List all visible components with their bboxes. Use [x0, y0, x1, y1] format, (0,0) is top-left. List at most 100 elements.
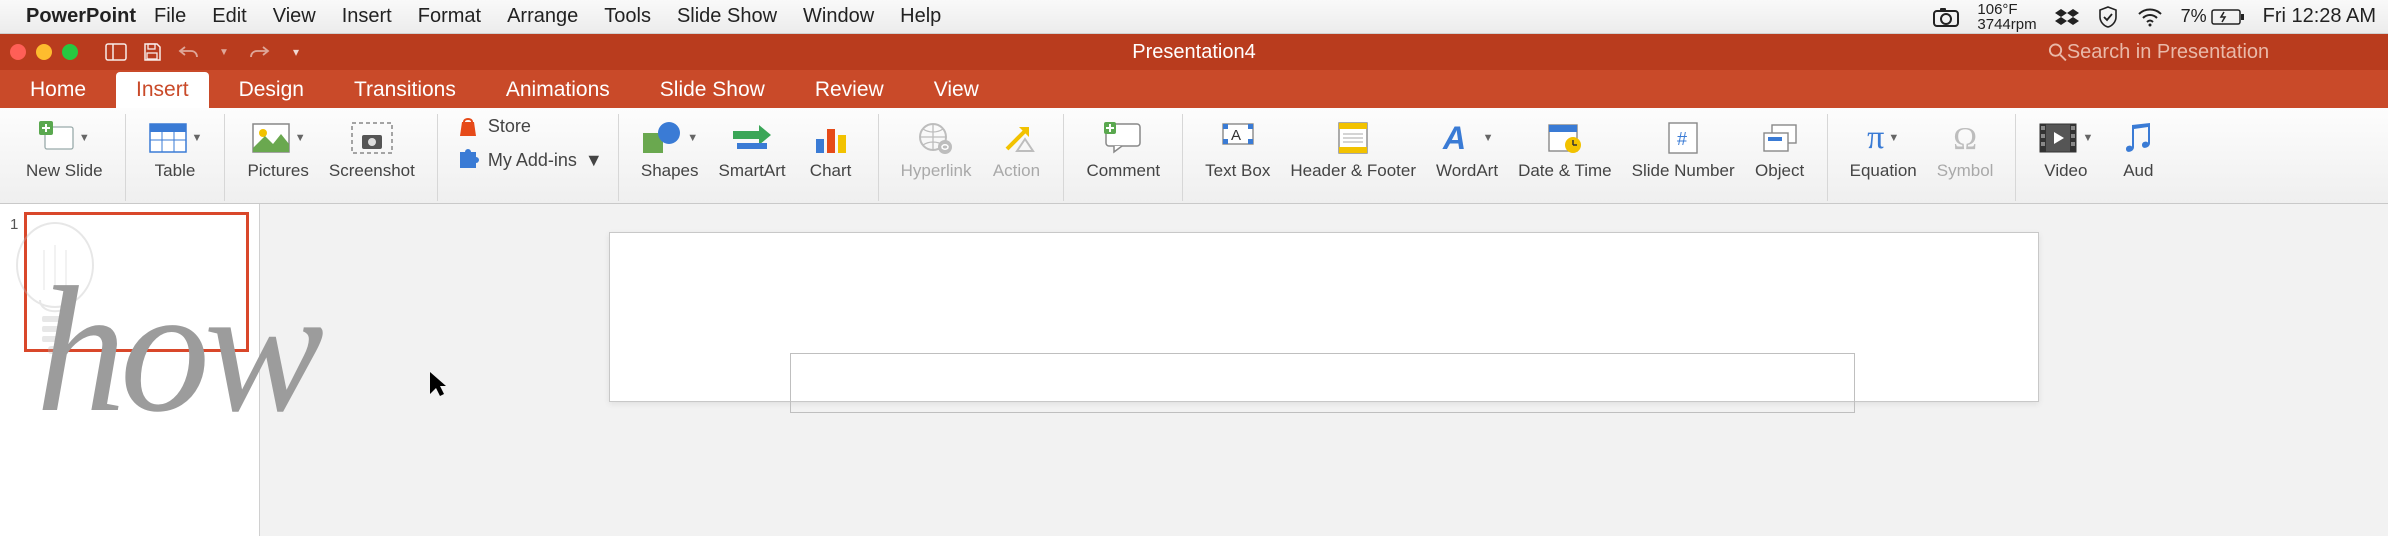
menu-help[interactable]: Help: [900, 5, 941, 28]
pictures-icon: ▼: [251, 116, 306, 160]
menu-insert[interactable]: Insert: [342, 5, 392, 28]
qat-customize-icon[interactable]: ▾: [282, 38, 310, 66]
status-area: 106°F 3744rpm 7% Fri 12:28 AM: [1933, 2, 2376, 32]
menu-edit[interactable]: Edit: [212, 5, 246, 28]
battery-status[interactable]: 7%: [2181, 6, 2245, 27]
date-time-button[interactable]: Date & Time: [1508, 114, 1622, 183]
addins-icon: [456, 148, 480, 172]
comment-button[interactable]: Comment: [1076, 114, 1170, 183]
menu-format[interactable]: Format: [418, 5, 481, 28]
new-slide-button[interactable]: ▼ New Slide: [16, 114, 113, 183]
wifi-icon[interactable]: [2137, 7, 2163, 27]
object-button[interactable]: Object: [1745, 114, 1815, 183]
ribbon-tabs: Home Insert Design Transitions Animation…: [0, 70, 2388, 108]
smartart-icon: [731, 116, 773, 160]
store-button[interactable]: Store: [456, 114, 606, 138]
chart-button[interactable]: Chart: [796, 114, 866, 183]
menu-slideshow[interactable]: Slide Show: [677, 5, 777, 28]
shapes-button[interactable]: ▼ Shapes: [631, 114, 709, 183]
search-box[interactable]: [2038, 39, 2378, 66]
group-illustrations: ▼ Shapes SmartArt Chart: [619, 114, 879, 201]
menu-tools[interactable]: Tools: [604, 5, 651, 28]
tab-insert[interactable]: Insert: [116, 72, 209, 108]
equation-icon: π ▼: [1867, 116, 1899, 160]
chevron-down-icon: ▼: [585, 150, 603, 171]
lightbulb-watermark-icon: [10, 220, 100, 360]
window-titlebar: ▼ ▾ Presentation4: [0, 34, 2388, 70]
action-button: Action: [981, 114, 1051, 183]
text-box-icon: A: [1221, 116, 1255, 160]
macos-menubar: PowerPoint File Edit View Insert Format …: [0, 0, 2388, 34]
smartart-button[interactable]: SmartArt: [709, 114, 796, 183]
ribbon-insert: ▼ New Slide ▼ Table ▼ Pictures Screensho: [0, 108, 2388, 204]
search-input[interactable]: [2067, 41, 2368, 64]
pictures-button[interactable]: ▼ Pictures: [237, 114, 318, 183]
addins-label: My Add-ins: [488, 150, 577, 171]
document-title: Presentation4: [1132, 41, 1255, 64]
group-tables: ▼ Table: [126, 114, 226, 201]
wordart-icon: A ▼: [1441, 116, 1494, 160]
tab-review[interactable]: Review: [795, 72, 904, 108]
content-placeholder[interactable]: [790, 353, 1855, 413]
table-button[interactable]: ▼ Table: [138, 114, 213, 183]
chart-icon: [812, 116, 850, 160]
save-icon[interactable]: [138, 38, 166, 66]
menu-window[interactable]: Window: [803, 5, 874, 28]
shield-check-icon[interactable]: [2097, 6, 2119, 28]
sidebar-toggle-icon[interactable]: [102, 38, 130, 66]
wordart-button[interactable]: A ▼ WordArt: [1426, 114, 1508, 183]
battery-percent: 7%: [2181, 6, 2207, 27]
tab-transitions[interactable]: Transitions: [334, 72, 476, 108]
group-symbols: π ▼ Equation Ω Symbol: [1828, 114, 2017, 201]
mouse-cursor-icon: [428, 370, 448, 398]
close-window-button[interactable]: [10, 44, 26, 60]
comment-icon: [1104, 116, 1142, 160]
hyperlink-icon: [917, 116, 955, 160]
header-footer-icon: [1337, 116, 1369, 160]
screenshot-button[interactable]: Screenshot: [319, 114, 425, 183]
menu-view[interactable]: View: [273, 5, 316, 28]
group-comments: Comment: [1064, 114, 1183, 201]
dropbox-icon[interactable]: [2055, 7, 2079, 27]
symbol-icon: Ω: [1953, 116, 1977, 160]
tab-animations[interactable]: Animations: [486, 72, 630, 108]
store-icon: [456, 114, 480, 138]
group-media: ▼ Video Aud: [2016, 114, 2185, 201]
group-slides: ▼ New Slide: [4, 114, 126, 201]
object-icon: [1762, 116, 1798, 160]
zoom-window-button[interactable]: [62, 44, 78, 60]
text-box-button[interactable]: A Text Box: [1195, 114, 1280, 183]
slide-number-icon: #: [1667, 116, 1699, 160]
menu-file[interactable]: File: [154, 5, 186, 28]
action-icon: [997, 116, 1035, 160]
video-icon: ▼: [2038, 116, 2093, 160]
group-links: Hyperlink Action: [879, 114, 1065, 201]
group-images: ▼ Pictures Screenshot: [225, 114, 437, 201]
slide[interactable]: [609, 232, 2039, 402]
slide-canvas[interactable]: [260, 204, 2388, 536]
video-button[interactable]: ▼ Video: [2028, 114, 2103, 183]
screenshot-icon: [350, 116, 394, 160]
equation-button[interactable]: π ▼ Equation: [1840, 114, 1927, 183]
slide-number-button[interactable]: # Slide Number: [1622, 114, 1745, 183]
tab-design[interactable]: Design: [219, 72, 324, 108]
tab-view[interactable]: View: [914, 72, 999, 108]
undo-icon[interactable]: [174, 38, 202, 66]
tab-slideshow[interactable]: Slide Show: [640, 72, 785, 108]
header-footer-button[interactable]: Header & Footer: [1280, 114, 1426, 183]
my-addins-button[interactable]: My Add-ins ▼: [456, 148, 606, 172]
app-name[interactable]: PowerPoint: [26, 5, 136, 28]
redo-icon[interactable]: [246, 38, 274, 66]
audio-button[interactable]: Aud: [2103, 114, 2173, 183]
group-text: A Text Box Header & Footer A ▼ WordArt D…: [1183, 114, 1827, 201]
store-label: Store: [488, 116, 531, 137]
table-icon: ▼: [148, 116, 203, 160]
symbol-button: Ω Symbol: [1927, 114, 2004, 183]
menu-arrange[interactable]: Arrange: [507, 5, 578, 28]
date-time-icon: [1547, 116, 1583, 160]
minimize-window-button[interactable]: [36, 44, 52, 60]
camera-icon[interactable]: [1933, 7, 1959, 27]
tab-home[interactable]: Home: [10, 72, 106, 108]
clock-readout[interactable]: Fri 12:28 AM: [2263, 5, 2376, 28]
undo-dropdown-icon[interactable]: ▼: [210, 38, 238, 66]
